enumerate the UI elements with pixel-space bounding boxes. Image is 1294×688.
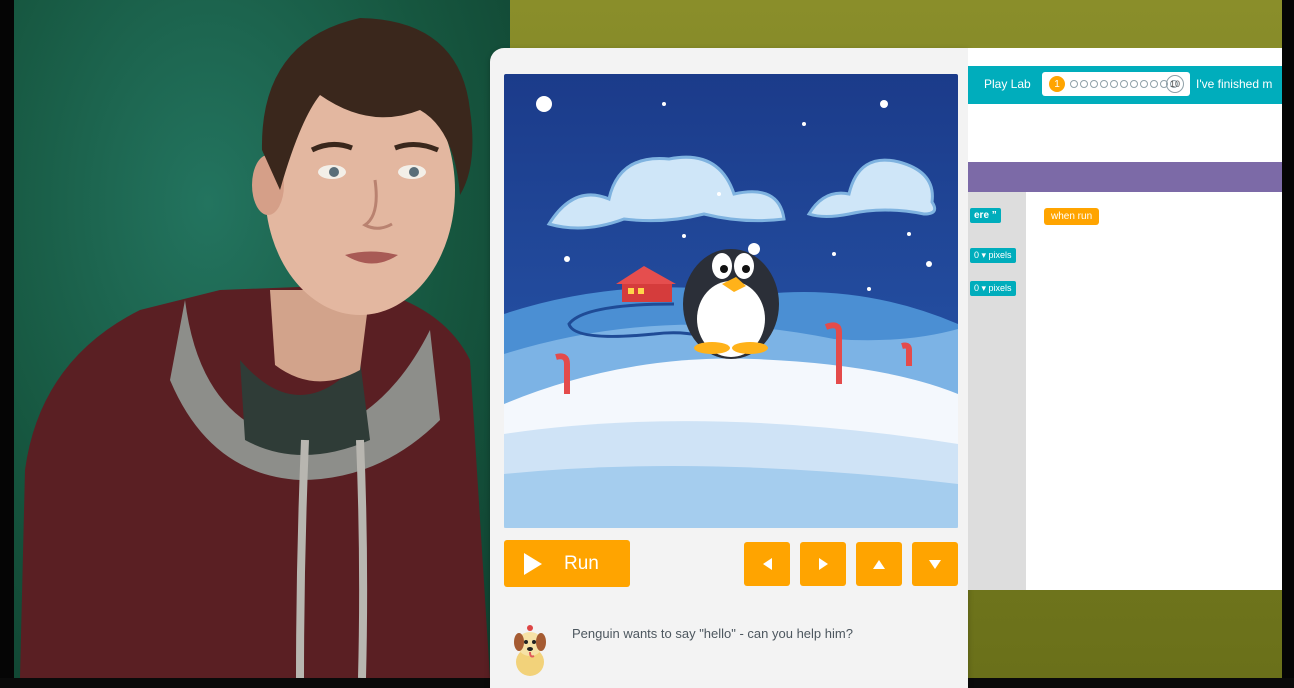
- pixels-value[interactable]: 0 ▾: [974, 283, 986, 293]
- play-lab-app: Run Penguin wants to say "hello" - can y…: [490, 48, 1282, 688]
- play-icon: [524, 552, 542, 575]
- level-dot[interactable]: [1100, 80, 1108, 88]
- penguin-sprite: [683, 249, 779, 359]
- run-label: Run: [564, 552, 599, 574]
- level-dot[interactable]: [1120, 80, 1128, 88]
- instruction-text: Penguin wants to say "hello" - can you h…: [572, 626, 853, 641]
- pixels-label: pixels: [988, 250, 1012, 260]
- finished-link[interactable]: I've finished m: [1196, 77, 1272, 91]
- code-workspace[interactable]: [1026, 192, 1282, 590]
- level-dot[interactable]: [1080, 80, 1088, 88]
- level-dot[interactable]: [1070, 80, 1078, 88]
- frame-edge-right: [1282, 0, 1294, 678]
- current-level-dot[interactable]: 1: [1049, 76, 1065, 92]
- say-block[interactable]: ere ”: [970, 208, 1001, 223]
- level-dots: [1070, 80, 1178, 88]
- down-arrow-icon: [929, 559, 941, 569]
- move-pixels-block[interactable]: 0 ▾ pixels: [970, 281, 1016, 296]
- level-dot[interactable]: [1110, 80, 1118, 88]
- presenter: [20, 18, 490, 678]
- level-dot[interactable]: [1090, 80, 1098, 88]
- game-canvas[interactable]: [504, 74, 958, 528]
- level-dot[interactable]: [1150, 80, 1158, 88]
- pixels-label: pixels: [988, 283, 1012, 293]
- up-arrow-button[interactable]: [856, 542, 902, 586]
- pixels-value[interactable]: 0 ▾: [974, 250, 986, 260]
- down-arrow-button[interactable]: [912, 542, 958, 586]
- left-arrow-icon: [762, 558, 772, 570]
- up-arrow-icon: [873, 559, 885, 569]
- last-level-dot[interactable]: 10: [1166, 75, 1184, 93]
- move-pixels-block[interactable]: 0 ▾ pixels: [970, 248, 1016, 263]
- run-button[interactable]: Run: [504, 540, 630, 587]
- level-progress[interactable]: 1 10: [1042, 72, 1190, 96]
- frame-edge-left: [0, 0, 14, 678]
- right-arrow-icon: [818, 558, 828, 570]
- when-run-block[interactable]: when run: [1044, 208, 1100, 225]
- workspace-header: [968, 162, 1282, 192]
- dog-mascot-icon: [514, 625, 546, 676]
- header-bar: Play Lab 1 10 I've finished m: [968, 66, 1282, 104]
- app-title: Play Lab: [984, 77, 1031, 91]
- level-dot[interactable]: [1140, 80, 1148, 88]
- left-arrow-button[interactable]: [744, 542, 790, 586]
- level-dot[interactable]: [1130, 80, 1138, 88]
- right-arrow-button[interactable]: [800, 542, 846, 586]
